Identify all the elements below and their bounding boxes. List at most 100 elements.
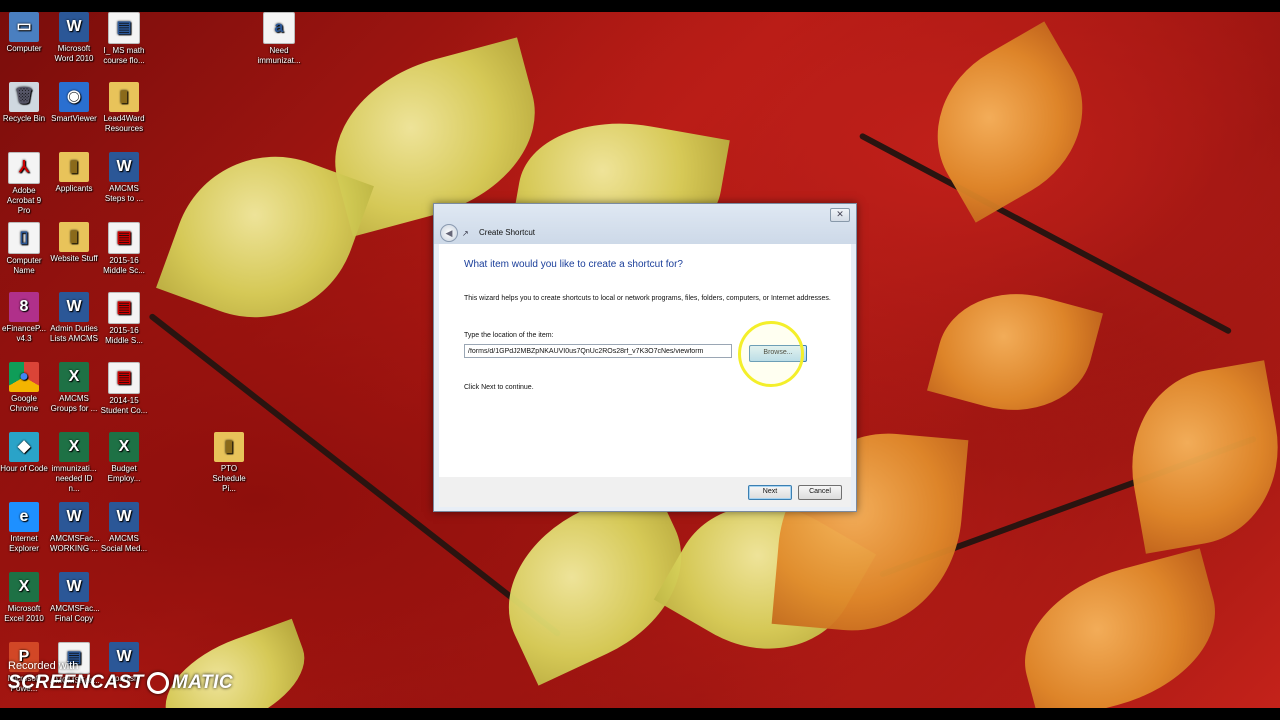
document-icon: ▤ [108, 12, 140, 44]
word-doc-icon: W [59, 572, 89, 602]
word-doc-icon: W [59, 502, 89, 532]
desktop-icon-label: Recycle Bin [2, 114, 46, 123]
next-instruction: Click Next to continue. [464, 384, 534, 391]
desktop-icon[interactable]: ⅄ Adobe Acrobat 9 Pro [0, 152, 48, 216]
next-button[interactable]: Next [748, 485, 792, 500]
desktop-icon-label: I_ MS math course flo... [103, 46, 145, 65]
document-icon: ▯ [8, 222, 40, 254]
desktop-icon-label: Adobe Acrobat 9 Pro [6, 186, 42, 215]
desktop-icon[interactable]: ▮ PTO Schedule Pi... [205, 432, 253, 494]
desktop-icon[interactable]: ▤ 2014-15 Student Co... [100, 362, 148, 416]
desktop-icon-label: Microsoft Excel 2010 [4, 604, 44, 623]
chrome-icon: ● [9, 362, 39, 392]
dialog-titlebar[interactable]: ✕ ◀ ↗ Create Shortcut [434, 204, 856, 244]
desktop-icon[interactable]: X AMCMS Groups for ... [50, 362, 98, 414]
close-button[interactable]: ✕ [830, 208, 850, 222]
desktop-icon[interactable]: 🗑 Recycle Bin [0, 82, 48, 124]
desktop-icon[interactable]: Ximmunizati... needed ID n... [50, 432, 98, 494]
desktop-icon[interactable]: W Admin Duties Lists AMCMS [50, 292, 98, 344]
desktop-icon[interactable]: ▤ 2015-16 Middle Sc... [100, 222, 148, 276]
watermark-brand-part2: MATIC [171, 672, 234, 693]
location-label: Type the location of the item: [464, 332, 554, 339]
close-icon: ✕ [836, 209, 844, 219]
dialog-content: What item would you like to create a sho… [439, 244, 851, 477]
desktop-icon[interactable]: ◉ SmartViewer [50, 82, 98, 124]
desktop-icon-label: AMCMSFac... Final Copy [50, 604, 100, 623]
desktop-icon[interactable]: ▤ I_ MS math course flo... [100, 12, 148, 66]
word-doc-icon: W [109, 152, 139, 182]
desktop-icon-label: AMCMS Groups for ... [50, 394, 98, 413]
desktop-icon-label: 2015-16 Middle Sc... [103, 256, 145, 275]
excel-doc-icon: X [59, 362, 89, 392]
word-doc-icon: W [59, 292, 89, 322]
excel-doc-icon: X [109, 432, 139, 462]
desktop-icon[interactable]: ▮ Applicants [50, 152, 98, 194]
back-button[interactable]: ◀ [440, 224, 458, 242]
desktop-icon-label: Microsoft Word 2010 [54, 44, 94, 63]
desktop-icon[interactable]: ▮ Website Stuff [50, 222, 98, 264]
desktop-icon-label: Computer Name [6, 256, 42, 275]
desktop-icon[interactable]: a Need immunizat... [255, 12, 303, 66]
desktop-icon-label: AMCMS Social Med... [100, 534, 148, 553]
desktop-icon-label: AMCMS Steps to ... [104, 184, 144, 203]
desktop-icon[interactable]: W AMCMSFac... WORKING ... [50, 502, 100, 554]
document-icon: a [263, 12, 295, 44]
folder-icon: ▮ [109, 82, 139, 112]
shortcut-wizard-icon: ↗ [462, 229, 469, 238]
desktop-icon-label: Hour of Code [0, 464, 48, 473]
desktop-icon-label: Website Stuff [50, 254, 98, 263]
desktop-icon[interactable]: W AMCMS Steps to ... [100, 152, 148, 204]
desktop-icon[interactable]: W AMCMS Social Med... [100, 502, 148, 554]
browse-button[interactable]: Browse... [749, 345, 807, 362]
desktop-icon[interactable]: ▭ Computer [0, 12, 48, 54]
desktop-icon-label: Need immunizat... [257, 46, 301, 65]
folder-icon: ▮ [59, 152, 89, 182]
desktop-icon[interactable]: ▯ Computer Name [0, 222, 48, 276]
word-doc-icon: W [109, 502, 139, 532]
desktop-icon[interactable]: X Budget Employ... [100, 432, 148, 484]
wallpaper-leaf [905, 21, 1115, 223]
desktop-icon[interactable]: W Microsoft Word 2010 [50, 12, 98, 64]
desktop-icon-label: 2014-15 Student Co... [100, 396, 148, 415]
desktop-icon[interactable]: ● Google Chrome [0, 362, 48, 414]
internet-explorer-icon: e [9, 502, 39, 532]
desktop-icon[interactable]: X Microsoft Excel 2010 [0, 572, 48, 624]
desktop-icon-label: eFinanceP... v4.3 [2, 324, 46, 343]
desktop-icon-label: immunizati... needed ID n... [51, 464, 97, 493]
smartviewer-icon: ◉ [59, 82, 89, 112]
bottom-letterbox [0, 708, 1280, 720]
wallpaper-leaf [1116, 360, 1280, 554]
desktop-icon-label: Budget Employ... [107, 464, 141, 483]
desktop-icon-label: Lead4Ward Resources [103, 114, 145, 133]
screencast-logo-icon [146, 672, 169, 694]
desktop-icon-label: AMCMSFac... WORKING ... [50, 534, 100, 553]
excel-doc-icon: X [59, 432, 89, 462]
excel-icon: X [9, 572, 39, 602]
recycle-bin-icon: 🗑 [9, 82, 39, 112]
desktop-icon[interactable]: ▮ Lead4Ward Resources [100, 82, 148, 134]
screencast-watermark: Recorded with SCREENCAST MATIC [8, 660, 233, 694]
acrobat-icon: ⅄ [8, 152, 40, 184]
desktop-icon-label: Google Chrome [9, 394, 39, 413]
pdf-icon: ▤ [108, 222, 140, 254]
desktop-icon[interactable]: ▤ 2015-16 Middle S... [100, 292, 148, 346]
desktop-icon-label: Admin Duties Lists AMCMS [50, 324, 99, 343]
back-arrow-icon: ◀ [445, 228, 453, 238]
top-letterbox [0, 0, 1280, 12]
dialog-footer: Next Cancel [439, 477, 851, 507]
desktop-icon[interactable]: ◆ Hour of Code [0, 432, 48, 474]
desktop-icon-label: PTO Schedule Pi... [212, 464, 246, 493]
wallpaper-leaf [1006, 548, 1234, 708]
wallpaper-leaf [927, 274, 1103, 430]
desktop-icon[interactable]: e Internet Explorer [0, 502, 48, 554]
desktop-icon[interactable]: 8 eFinanceP... v4.3 [0, 292, 48, 344]
dialog-title: Create Shortcut [479, 228, 536, 237]
location-input[interactable] [464, 344, 732, 358]
desktop-icon-label: Computer [6, 44, 42, 53]
watermark-brand-part1: SCREENCAST [8, 672, 144, 693]
desktop-icon-label: Applicants [55, 184, 93, 193]
cancel-button[interactable]: Cancel [798, 485, 842, 500]
desktop-icon-label: 2015-16 Middle S... [105, 326, 143, 345]
desktop-icon[interactable]: W AMCMSFac... Final Copy [50, 572, 100, 624]
wizard-description: This wizard helps you to create shortcut… [464, 295, 831, 302]
